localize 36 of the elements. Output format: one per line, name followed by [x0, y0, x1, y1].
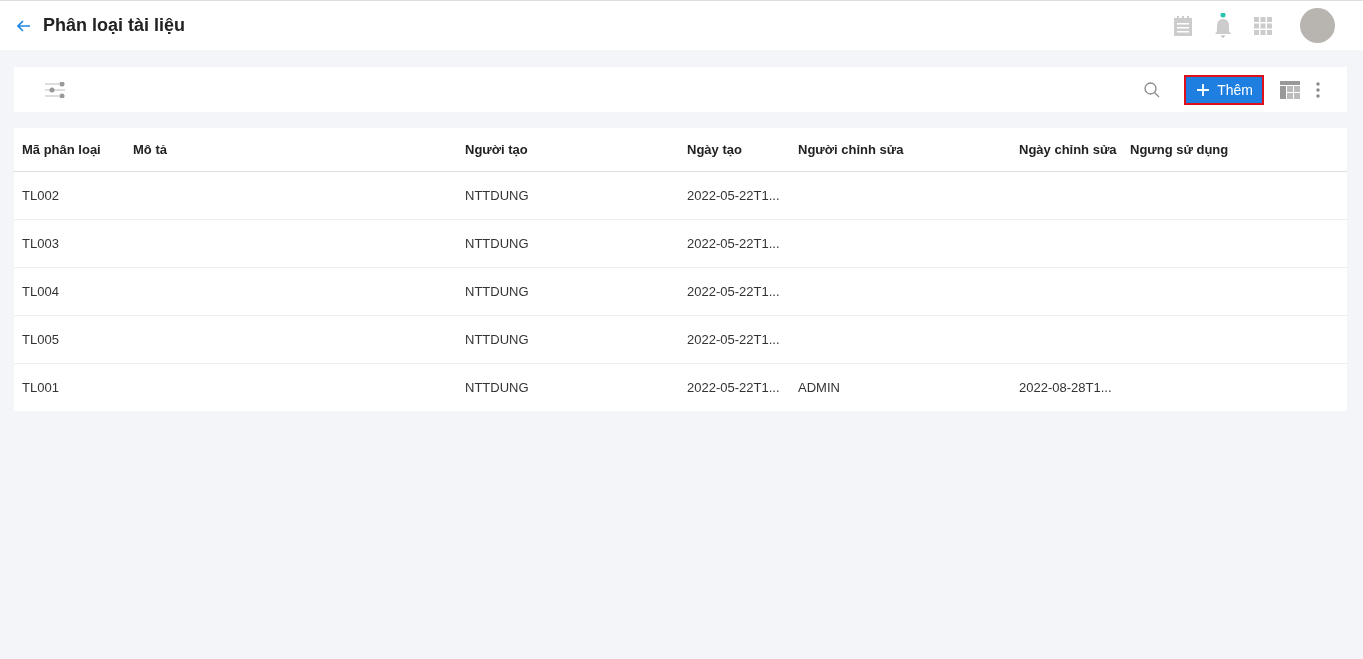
back-arrow-icon[interactable] [17, 19, 31, 32]
table-layout-icon[interactable] [1280, 80, 1300, 99]
page-title: Phân loại tài liệu [43, 15, 186, 36]
filter-sliders-icon[interactable] [45, 81, 65, 98]
table-cell: NTTDUNG [465, 188, 529, 203]
column-header[interactable]: Người tạo [465, 142, 528, 157]
notepad-icon[interactable] [1174, 15, 1192, 36]
table-cell: NTTDUNG [465, 332, 529, 347]
plus-icon [1197, 83, 1210, 96]
table-cell: TL004 [22, 284, 59, 299]
table-cell: NTTDUNG [465, 284, 529, 299]
grid-icon[interactable] [1254, 16, 1272, 35]
column-header[interactable]: Người chỉnh sửa [798, 142, 904, 157]
table-cell: TL003 [22, 236, 59, 251]
table-cell: 2022-05-22T1... [687, 284, 780, 299]
column-header[interactable]: Mã phân loại [22, 142, 101, 157]
more-vertical-icon[interactable] [1316, 81, 1320, 98]
table-cell: NTTDUNG [465, 236, 529, 251]
table-cell: TL005 [22, 332, 59, 347]
column-header[interactable]: Ngày chỉnh sửa [1019, 142, 1117, 157]
bell-icon[interactable] [1214, 12, 1232, 39]
table-cell: 2022-05-22T1... [687, 236, 780, 251]
table-cell: TL001 [22, 380, 59, 395]
table-cell: 2022-08-28T1... [1019, 380, 1112, 395]
table-cell: ADMIN [798, 380, 840, 395]
column-header[interactable]: Mô tả [133, 142, 167, 157]
table-cell: NTTDUNG [465, 380, 529, 395]
table-cell: TL002 [22, 188, 59, 203]
column-header[interactable]: Ngưng sử dụng [1130, 142, 1229, 157]
table-cell: 2022-05-22T1... [687, 380, 780, 395]
column-header[interactable]: Ngày tạo [687, 142, 742, 157]
table-cell: 2022-05-22T1... [687, 332, 780, 347]
add-button[interactable]: Thêm [1184, 74, 1264, 105]
table-cell: 2022-05-22T1... [687, 188, 780, 203]
search-icon[interactable] [1144, 81, 1161, 98]
avatar[interactable] [1300, 8, 1335, 43]
